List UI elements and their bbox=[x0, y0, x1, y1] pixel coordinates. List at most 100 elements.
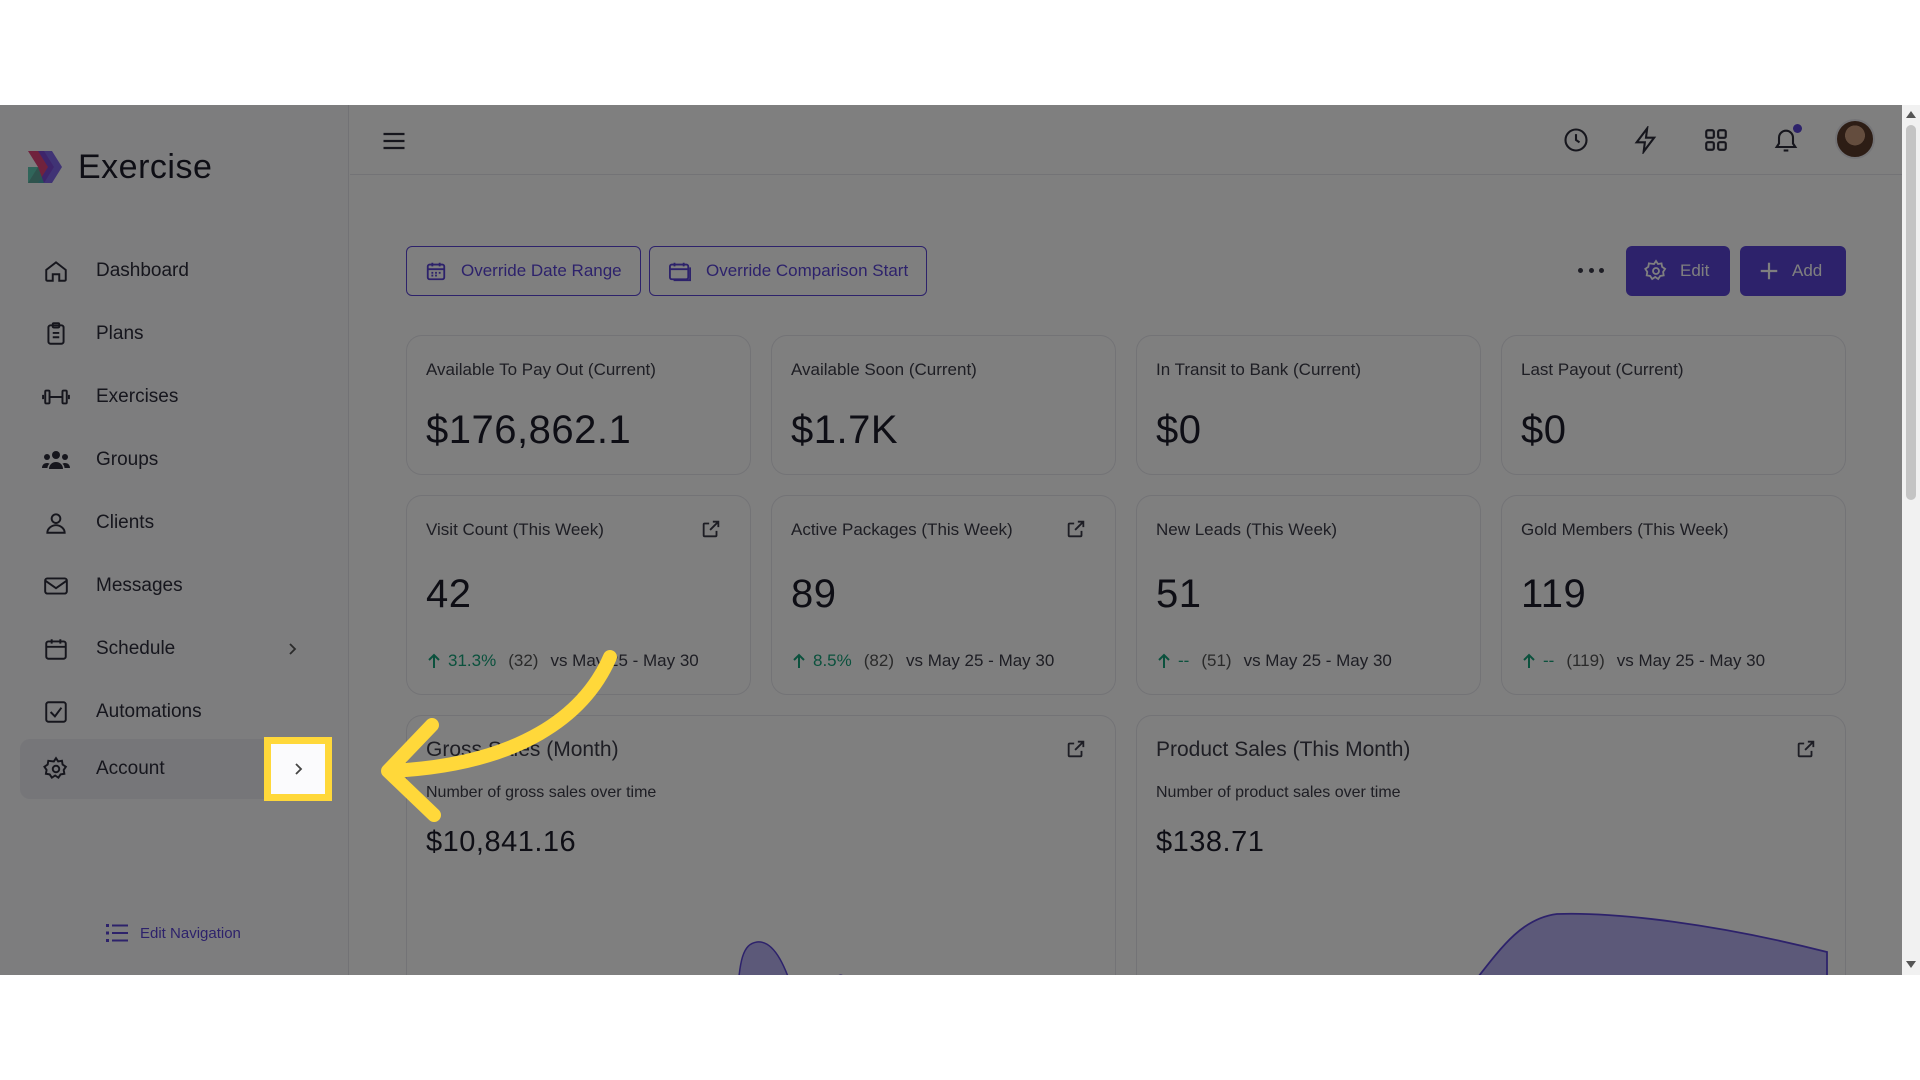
sidebar-item-label: Messages bbox=[96, 575, 183, 596]
metric-value: 89 bbox=[791, 572, 837, 616]
app-window: Exercise Dashboard Plans Exercises Group… bbox=[0, 105, 1920, 975]
metric-value: $1.7K bbox=[791, 408, 899, 452]
scroll-down-arrow[interactable] bbox=[1906, 961, 1916, 968]
external-link-icon[interactable] bbox=[1065, 518, 1087, 540]
checkbox-icon bbox=[42, 698, 70, 726]
chart-card-product-sales[interactable]: Product Sales (This Month) Number of pro… bbox=[1136, 715, 1846, 975]
sidebar-item-clients[interactable]: Clients bbox=[20, 493, 330, 553]
metric-comparison: -- (119) vs May 25 - May 30 bbox=[1521, 651, 1765, 671]
metric-title: Active Packages (This Week) bbox=[791, 520, 1013, 539]
notifications-button[interactable] bbox=[1770, 124, 1802, 156]
home-icon bbox=[42, 257, 70, 285]
clock-icon bbox=[1564, 128, 1588, 152]
arrow-up-icon bbox=[793, 653, 805, 668]
metric-card-available-soon[interactable]: Available Soon (Current) $1.7K bbox=[771, 335, 1116, 475]
metric-previous-value: (119) bbox=[1566, 651, 1605, 670]
scrollbar[interactable] bbox=[1902, 105, 1920, 975]
exercise-logo-icon bbox=[28, 151, 62, 183]
sidebar-item-dashboard[interactable]: Dashboard bbox=[20, 241, 330, 301]
product-sales-sparkline bbox=[1478, 912, 1828, 975]
metric-comparison-range: vs May 25 - May 30 bbox=[1616, 651, 1766, 670]
scrollbar-thumb[interactable] bbox=[1906, 125, 1916, 500]
sidebar-item-schedule[interactable]: Schedule bbox=[20, 619, 330, 679]
sidebar-item-plans[interactable]: Plans bbox=[20, 304, 330, 364]
metric-title: In Transit to Bank (Current) bbox=[1156, 360, 1362, 379]
metric-title: Last Payout (Current) bbox=[1521, 360, 1684, 379]
history-button[interactable] bbox=[1560, 124, 1592, 156]
hamburger-menu-icon[interactable] bbox=[380, 127, 408, 155]
calendar-icon bbox=[42, 635, 70, 663]
mail-icon bbox=[42, 572, 70, 600]
sidebar: Exercise Dashboard Plans Exercises Group… bbox=[0, 105, 349, 975]
metric-card-available-to-pay-out[interactable]: Available To Pay Out (Current) $176,862.… bbox=[406, 335, 751, 475]
sidebar-item-exercises[interactable]: Exercises bbox=[20, 367, 330, 427]
edit-label: Edit bbox=[1680, 261, 1710, 280]
metric-card-last-payout[interactable]: Last Payout (Current) $0 bbox=[1501, 335, 1846, 475]
metric-title: New Leads (This Week) bbox=[1156, 520, 1338, 539]
edit-button[interactable]: Edit bbox=[1626, 246, 1730, 296]
top-bar bbox=[350, 105, 1902, 175]
metric-value: $0 bbox=[1521, 408, 1567, 452]
chart-value: $138.71 bbox=[1156, 826, 1265, 858]
app-name: Exercise bbox=[78, 147, 213, 186]
dumbbell-icon bbox=[42, 383, 70, 411]
calendar-icon bbox=[426, 262, 446, 281]
app-logo[interactable]: Exercise bbox=[24, 147, 212, 187]
sidebar-item-label: Exercises bbox=[96, 386, 179, 407]
metric-title: Gold Members (This Week) bbox=[1521, 520, 1729, 539]
metric-card-in-transit[interactable]: In Transit to Bank (Current) $0 bbox=[1136, 335, 1481, 475]
sidebar-item-automations[interactable]: Automations bbox=[20, 682, 330, 742]
chart-subtitle: Number of product sales over time bbox=[1156, 784, 1401, 801]
chevron-right-icon bbox=[295, 763, 303, 775]
plus-icon bbox=[1760, 262, 1778, 280]
metric-comparison: -- (51) vs May 25 - May 30 bbox=[1156, 651, 1392, 671]
annotation-arrow bbox=[381, 650, 617, 822]
scroll-up-arrow[interactable] bbox=[1906, 111, 1916, 118]
dot-icon bbox=[1599, 267, 1604, 273]
metric-value: $176,862.1 bbox=[426, 408, 632, 452]
clipboard-icon bbox=[42, 320, 70, 348]
notification-dot bbox=[1793, 124, 1802, 133]
grid-icon bbox=[1705, 129, 1727, 151]
add-label: Add bbox=[1792, 261, 1823, 280]
metric-card-gold-members[interactable]: Gold Members (This Week) 119 -- (119) vs… bbox=[1501, 495, 1846, 695]
edit-navigation-label: Edit Navigation bbox=[140, 924, 241, 942]
metric-previous-value: (51) bbox=[1201, 651, 1232, 670]
gear-icon bbox=[1644, 259, 1667, 281]
override-comparison-start-label: Override Comparison Start bbox=[706, 261, 909, 280]
metric-percent-change: -- bbox=[1178, 651, 1190, 670]
metric-title: Available To Pay Out (Current) bbox=[426, 360, 656, 379]
metric-comparison: 8.5% (82) vs May 25 - May 30 bbox=[791, 651, 1054, 671]
edit-navigation-link[interactable]: Edit Navigation bbox=[106, 923, 241, 943]
apps-button[interactable] bbox=[1700, 124, 1732, 156]
quick-actions-button[interactable] bbox=[1630, 124, 1662, 156]
more-options-button[interactable] bbox=[1578, 260, 1604, 280]
external-link-icon[interactable] bbox=[700, 518, 722, 540]
metric-previous-value: (82) bbox=[863, 651, 894, 670]
sidebar-item-label: Dashboard bbox=[96, 260, 189, 281]
user-avatar[interactable] bbox=[1835, 119, 1875, 159]
metric-title: Visit Count (This Week) bbox=[426, 520, 604, 539]
metric-card-new-leads[interactable]: New Leads (This Week) 51 -- (51) vs May … bbox=[1136, 495, 1481, 695]
metric-card-active-packages[interactable]: Active Packages (This Week) 89 8.5% (82)… bbox=[771, 495, 1116, 695]
dot-icon bbox=[1588, 267, 1594, 273]
sidebar-item-label: Account bbox=[96, 758, 165, 779]
chart-title: Product Sales (This Month) bbox=[1156, 738, 1411, 761]
account-expand-button[interactable] bbox=[264, 737, 332, 801]
sidebar-item-groups[interactable]: Groups bbox=[20, 430, 330, 490]
override-date-range-button[interactable]: Override Date Range bbox=[406, 246, 641, 296]
dot-icon bbox=[1578, 267, 1583, 273]
metric-title: Available Soon (Current) bbox=[791, 360, 977, 379]
arrow-up-icon bbox=[1158, 653, 1170, 668]
metric-comparison-range: vs May 25 - May 30 bbox=[1243, 651, 1392, 670]
add-button[interactable]: Add bbox=[1740, 246, 1846, 296]
external-link-icon[interactable] bbox=[1795, 738, 1817, 760]
override-comparison-start-button[interactable]: Override Comparison Start bbox=[649, 246, 928, 296]
metric-value: 42 bbox=[426, 572, 472, 616]
metric-percent-change: 8.5% bbox=[813, 651, 852, 670]
metric-value: $0 bbox=[1156, 408, 1202, 452]
external-link-icon[interactable] bbox=[1065, 738, 1087, 760]
sidebar-item-messages[interactable]: Messages bbox=[20, 556, 330, 616]
chevron-right-icon[interactable] bbox=[282, 639, 302, 659]
sidebar-item-label: Plans bbox=[96, 323, 144, 344]
